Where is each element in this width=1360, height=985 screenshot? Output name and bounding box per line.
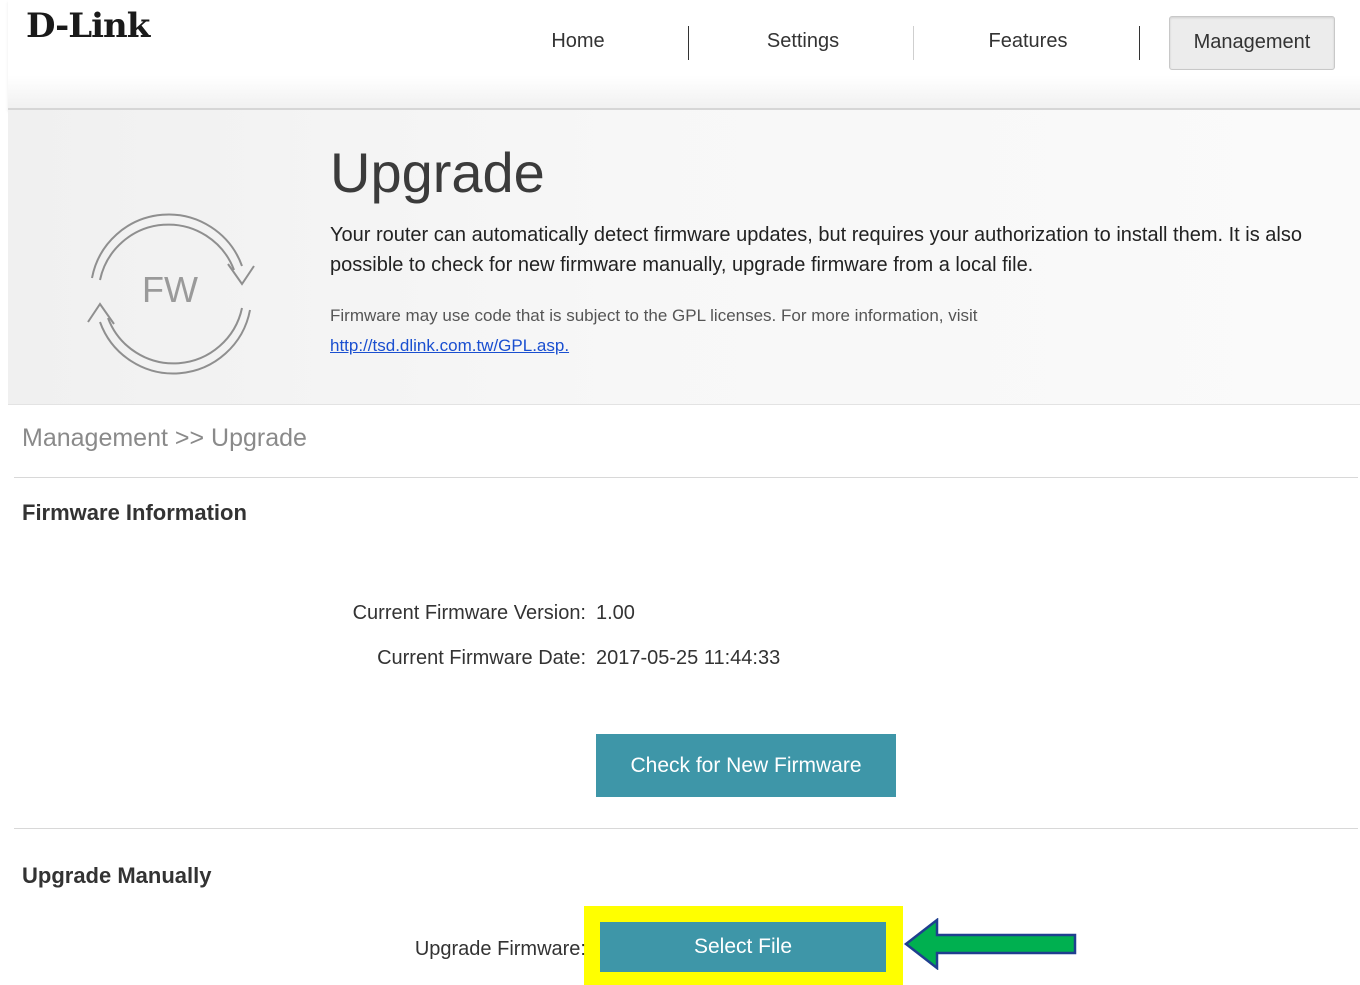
- firmware-information-heading: Firmware Information: [22, 500, 247, 525]
- dlink-logo: D-Link: [26, 6, 150, 46]
- firmware-date-value: 2017-05-25 11:44:33: [596, 647, 781, 669]
- nav-separator: [913, 26, 914, 60]
- page-title: Upgrade: [330, 141, 545, 204]
- firmware-refresh-icon: FW: [87, 213, 255, 375]
- upgrade-manually-heading: Upgrade Manually: [22, 863, 212, 888]
- page-description: Your router can automatically detect fir…: [330, 224, 1302, 276]
- divider: [14, 828, 1358, 829]
- select-file-button[interactable]: Select File: [600, 922, 886, 972]
- check-new-firmware-button[interactable]: Check for New Firmware: [596, 734, 896, 797]
- top-navigation-bar: D-Link Home Settings Features Management: [8, 0, 1360, 110]
- upgrade-firmware-label: Upgrade Firmware:: [414, 938, 586, 960]
- breadcrumb: Management >> Upgrade: [22, 424, 307, 452]
- nav-features[interactable]: Features: [968, 16, 1088, 68]
- nav-home[interactable]: Home: [528, 16, 628, 68]
- nav-separator: [688, 26, 689, 60]
- nav-management[interactable]: Management: [1169, 16, 1335, 70]
- nav-settings[interactable]: Settings: [743, 16, 863, 68]
- firmware-version-value: 1.00: [596, 602, 635, 624]
- firmware-date-label: Current Firmware Date:: [377, 647, 586, 669]
- gpl-link[interactable]: http://tsd.dlink.com.tw/GPL.asp.: [330, 336, 569, 356]
- fw-icon-label: FW: [142, 269, 198, 310]
- nav-separator: [1139, 26, 1140, 60]
- upgrade-banner: FW Upgrade Your router can automatically…: [8, 110, 1360, 405]
- pointer-arrow-icon: [903, 918, 1077, 970]
- firmware-version-label: Current Firmware Version:: [352, 602, 586, 624]
- divider: [14, 477, 1358, 478]
- gpl-note: Firmware may use code that is subject to…: [330, 306, 978, 325]
